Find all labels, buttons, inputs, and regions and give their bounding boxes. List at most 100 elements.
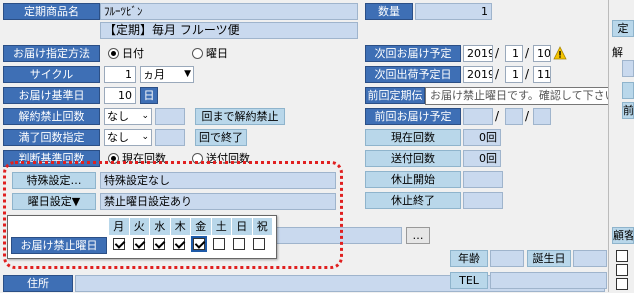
cycle-unit-value: ヵ月 (143, 68, 165, 81)
prev-regular-label: 前回定期伝 (365, 87, 425, 104)
weekday-tue: 火 (129, 218, 150, 235)
customer-more-button[interactable]: … (406, 227, 430, 244)
base-day-unit: 日 (140, 87, 158, 104)
prev-delivery-label: 前回お届け予定 (365, 108, 461, 125)
address-label: 住所 (3, 275, 73, 292)
right-panel-label-2: 解 (612, 46, 623, 59)
radio-date-indicator[interactable] (108, 48, 119, 59)
cancel-ban-button[interactable]: 回まで解約禁止 (195, 108, 285, 125)
current-count-field: 0回 (463, 129, 501, 146)
cycle-input[interactable]: 1 (104, 66, 136, 83)
checkbox-wed[interactable] (153, 238, 165, 250)
radio-weekday-label: 曜日 (206, 47, 228, 60)
weekday-thu: 木 (170, 218, 191, 235)
cancel-ban-select[interactable]: なし ⌄ (104, 108, 152, 125)
checkbox-sat[interactable] (213, 238, 225, 250)
weekday-settings-value: 禁止曜日設定あり (100, 193, 336, 210)
next-shipping-label: 次回出荷予定日 (365, 66, 461, 83)
birthday-field (573, 250, 607, 267)
completion-count-value: なし (107, 131, 129, 144)
next-delivery-label: 次回お届け予定 (365, 45, 461, 62)
weekday-holiday: 祝 (252, 218, 272, 235)
pause-start-label: 休止開始 (365, 171, 461, 188)
completion-count-select[interactable]: なし ⌄ (104, 129, 152, 146)
radio-current-count[interactable]: 現在回数 (108, 150, 166, 167)
product-kana-field: ﾌﾙｰﾂﾋﾞﾝ (100, 3, 358, 20)
weekday-mon: 月 (109, 218, 130, 235)
date-separator: / (495, 67, 500, 81)
radio-by-weekday[interactable]: 曜日 (192, 45, 228, 62)
cancel-ban-count-field[interactable] (155, 108, 185, 125)
weekday-sat: 土 (211, 218, 232, 235)
next-shipping-day[interactable]: 11 (533, 66, 551, 83)
next-delivery-year[interactable]: 2019 (463, 45, 493, 62)
checkbox-fri[interactable] (191, 236, 207, 252)
prev-delivery-year (463, 108, 493, 125)
special-settings-value: 特殊設定なし (100, 172, 336, 189)
cycle-label: サイクル (3, 66, 100, 83)
age-field (490, 250, 524, 267)
radio-sent-label: 送付回数 (206, 152, 250, 165)
chevron-down-icon: ⌄ (141, 111, 149, 121)
next-shipping-month[interactable]: 1 (505, 66, 523, 83)
checkbox-sun[interactable] (233, 238, 245, 250)
weekday-grid: 月 火 水 木 金 土 日 祝 (109, 218, 272, 256)
next-shipping-year[interactable]: 2019 (463, 66, 493, 83)
right-checkbox-1[interactable] (616, 250, 628, 265)
product-name-field: 【定期】毎月 フルーツ便 (100, 22, 358, 39)
weekday-headers: 月 火 水 木 金 土 日 祝 (109, 218, 272, 235)
completion-end-button[interactable]: 回で終了 (195, 129, 247, 146)
base-day-label: お届け基準日 (3, 87, 100, 104)
forbidden-weekday-label: お届け禁止曜日 (11, 237, 107, 254)
next-delivery-day[interactable]: 10 (533, 45, 551, 62)
right-panel-field[interactable] (622, 60, 634, 77)
warning-tooltip: お届け禁止曜日です。確認して下さい。 (425, 87, 632, 105)
next-delivery-month[interactable]: 1 (505, 45, 523, 62)
product-name-label: 定期商品名 (3, 3, 100, 20)
right-panel-button[interactable] (622, 82, 634, 99)
customer-search-field[interactable] (276, 227, 402, 244)
warning-icon (553, 46, 567, 60)
special-settings-button[interactable]: 特殊設定… (12, 172, 96, 189)
sent-count-label: 送付回数 (365, 150, 461, 167)
weekday-sun: 日 (232, 218, 253, 235)
current-count-label: 現在回数 (365, 129, 461, 146)
radio-current-indicator[interactable] (108, 153, 119, 164)
base-day-input[interactable]: 10 (104, 87, 136, 104)
completion-count-label: 満了回数指定 (3, 129, 100, 146)
date-separator: / (495, 46, 500, 60)
checkbox-holiday[interactable] (253, 238, 265, 250)
tel-field[interactable] (490, 272, 607, 289)
weekday-settings-button[interactable]: 曜日設定▼ (12, 193, 96, 210)
radio-weekday-indicator[interactable] (192, 48, 203, 59)
age-label: 年齢 (450, 250, 488, 267)
right-checkbox-3[interactable] (616, 278, 628, 293)
cycle-unit-select[interactable]: ヵ月 ▼ (140, 66, 194, 83)
customer-section-label: 顧客 (612, 227, 634, 244)
checkbox-thu[interactable] (173, 238, 185, 250)
pause-end-field[interactable] (463, 192, 503, 209)
radio-sent-count[interactable]: 送付回数 (192, 150, 250, 167)
prev-delivery-month (505, 108, 523, 125)
quantity-field[interactable]: 1 (415, 3, 492, 20)
completion-count-field[interactable] (155, 129, 185, 146)
radio-sent-indicator[interactable] (192, 153, 203, 164)
right-checkbox-2[interactable] (616, 264, 628, 279)
pause-start-field[interactable] (463, 171, 503, 188)
birthday-label: 誕生日 (527, 250, 571, 267)
weekday-wed: 水 (150, 218, 171, 235)
weekday-checkboxes (109, 236, 272, 254)
radio-current-label: 現在回数 (122, 152, 166, 165)
cancel-ban-label: 解約禁止回数 (3, 108, 100, 125)
sent-count-field: 0回 (463, 150, 501, 167)
date-separator: / (495, 109, 500, 123)
radio-by-date[interactable]: 日付 (108, 45, 144, 62)
prev-delivery-day (533, 108, 551, 125)
judge-basis-label: 判断基準回数 (3, 150, 100, 167)
chevron-down-icon: ⌄ (141, 132, 149, 142)
checkbox-mon[interactable] (113, 238, 125, 250)
checkbox-tue[interactable] (133, 238, 145, 250)
tel-label: TEL (450, 272, 488, 289)
right-panel-label-1: 定 (612, 20, 634, 37)
cancel-ban-value: なし (107, 110, 129, 123)
